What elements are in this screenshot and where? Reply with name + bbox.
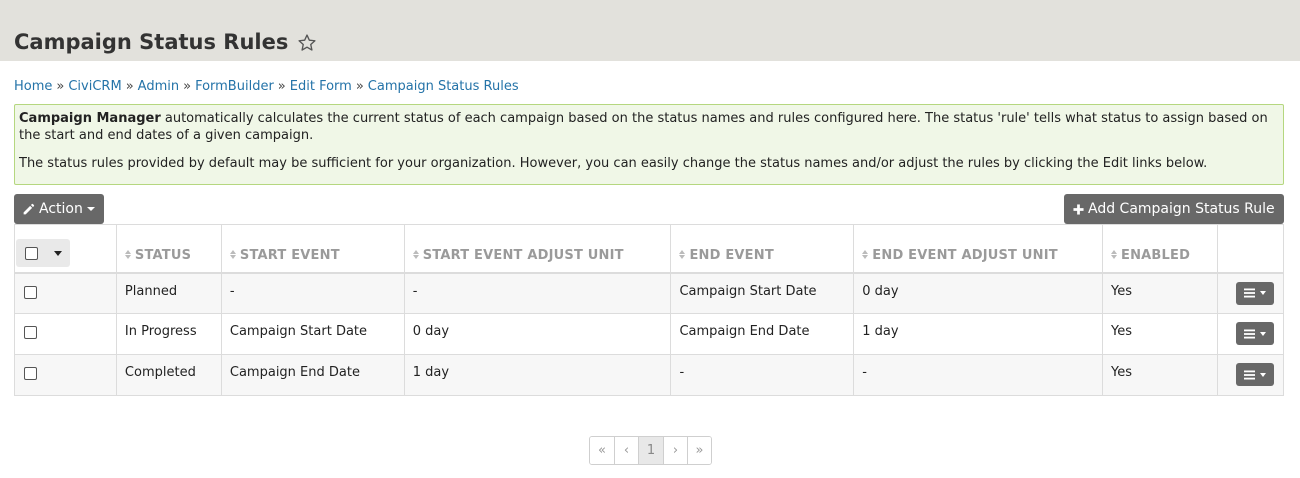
breadcrumb: Home» CiviCRM» Admin» FormBuilder» Edit Form… [14, 79, 519, 94]
row-actions-cell [1216, 354, 1284, 396]
breadcrumb-admin[interactable]: Admin [138, 79, 179, 94]
row-actions-button[interactable] [1235, 281, 1274, 305]
help-paragraph-2: The status rules provided by default may… [19, 156, 1208, 171]
add-button-label: Add Campaign Status Rule [1088, 201, 1275, 217]
status-rules-table: STATUS START EVENT START EVENT ADJUST UN… [14, 224, 1284, 396]
breadcrumb-formbuilder[interactable]: FormBuilder [195, 79, 274, 94]
row-checkbox[interactable] [24, 285, 37, 299]
column-label: END EVENT ADJUST UNIT [872, 247, 1058, 263]
breadcrumb-campaign-status-rules[interactable]: Campaign Status Rules [368, 79, 519, 94]
pager-prev-button[interactable]: ‹ [614, 437, 638, 464]
column-header-start-event[interactable]: START EVENT [220, 224, 405, 274]
sort-icon [229, 249, 236, 259]
add-campaign-status-rule-button[interactable]: Add Campaign Status Rule [1064, 194, 1284, 224]
row-select-cell [14, 272, 117, 314]
row-select-cell [14, 313, 117, 355]
action-button[interactable]: Action [14, 194, 104, 224]
page-title: Campaign Status Rules [14, 29, 289, 54]
breadcrumb-separator: » [355, 79, 364, 94]
cell-start-adjust[interactable]: 0 day [403, 313, 671, 355]
chevron-down-icon [1259, 331, 1266, 336]
sort-icon [412, 249, 419, 259]
help-text-1: automatically calculates the current sta… [19, 111, 1268, 143]
plus-icon [1073, 203, 1084, 215]
table-header-row: STATUS START EVENT START EVENT ADJUST UN… [14, 224, 1284, 274]
row-select-cell [14, 354, 117, 396]
column-label: START EVENT [239, 247, 340, 263]
column-header-end-event[interactable]: END EVENT [670, 224, 854, 274]
cell-start-event[interactable]: - [220, 272, 405, 314]
chevron-down-icon [54, 250, 62, 256]
column-header-status[interactable]: STATUS [115, 224, 222, 274]
row-checkbox[interactable] [24, 367, 37, 380]
cell-end-event[interactable]: Campaign End Date [670, 313, 854, 355]
chevron-down-icon [86, 207, 95, 211]
row-actions-button[interactable] [1235, 363, 1274, 386]
column-header-actions [1216, 224, 1284, 274]
bars-icon [1243, 370, 1255, 380]
sort-icon [1111, 249, 1118, 259]
select-all-checkbox[interactable] [25, 246, 38, 260]
cell-status[interactable]: In Progress [115, 313, 222, 355]
cell-start-adjust[interactable]: - [403, 272, 671, 314]
sort-icon [124, 249, 131, 259]
chevron-down-icon [1259, 372, 1266, 377]
cell-end-event[interactable]: - [670, 354, 854, 396]
select-all-dropdown[interactable] [16, 239, 70, 268]
sort-icon [862, 249, 869, 259]
chevron-down-icon [1259, 291, 1266, 295]
breadcrumb-separator: » [277, 79, 286, 94]
pencil-icon [22, 203, 35, 216]
sort-icon [679, 249, 686, 259]
bars-icon [1243, 288, 1255, 298]
pager-next-button[interactable]: › [663, 437, 687, 464]
pager-last-button[interactable]: » [687, 437, 711, 464]
column-header-end-event-adjust-unit[interactable]: END EVENT ADJUST UNIT [853, 224, 1103, 274]
table-row: In Progress Campaign Start Date 0 day Ca… [14, 313, 1284, 355]
breadcrumb-separator: » [183, 79, 192, 94]
pager-first-button[interactable]: « [590, 437, 614, 464]
column-label: STATUS [134, 247, 192, 263]
row-checkbox[interactable] [24, 326, 37, 339]
breadcrumb-edit-form[interactable]: Edit Form [290, 79, 352, 94]
cell-end-adjust[interactable]: 0 day [853, 272, 1103, 314]
row-actions-button[interactable] [1235, 322, 1274, 345]
cell-status[interactable]: Planned [115, 272, 222, 314]
bars-icon [1243, 329, 1255, 339]
cell-end-adjust[interactable]: - [853, 354, 1103, 396]
cell-end-adjust[interactable]: 1 day [853, 313, 1103, 355]
action-button-label: Action [39, 201, 83, 217]
cell-start-adjust[interactable]: 1 day [403, 354, 671, 396]
cell-start-event[interactable]: Campaign End Date [220, 354, 405, 396]
column-header-start-event-adjust-unit[interactable]: START EVENT ADJUST UNIT [403, 224, 671, 274]
row-actions-cell [1216, 313, 1284, 355]
cell-enabled[interactable]: Yes [1102, 313, 1218, 355]
column-label: START EVENT ADJUST UNIT [422, 247, 624, 263]
cell-end-event[interactable]: Campaign Start Date [670, 272, 854, 314]
page-header: Campaign Status Rules [0, 0, 1300, 61]
cell-start-event[interactable]: Campaign Start Date [220, 313, 405, 355]
select-all-header [14, 224, 117, 274]
table-row: Completed Campaign End Date 1 day - - Ye… [14, 354, 1284, 396]
breadcrumb-home[interactable]: Home [14, 79, 52, 94]
pagination: « ‹ 1 › » [589, 436, 712, 465]
breadcrumb-separator: » [125, 79, 134, 94]
breadcrumb-civicrm[interactable]: CiviCRM [68, 79, 121, 94]
column-label: ENABLED [1121, 247, 1191, 263]
star-icon[interactable] [297, 33, 317, 56]
column-header-enabled[interactable]: ENABLED [1102, 224, 1218, 274]
help-box: Campaign Manager automatically calculate… [14, 104, 1284, 185]
table-row: Planned - - Campaign Start Date 0 day Ye… [14, 272, 1284, 314]
column-label: END EVENT [689, 247, 774, 263]
cell-status[interactable]: Completed [115, 354, 222, 396]
breadcrumb-separator: » [56, 79, 65, 94]
cell-enabled[interactable]: Yes [1102, 354, 1218, 396]
help-paragraph-1: Campaign Manager automatically calculate… [19, 110, 1279, 144]
cell-enabled[interactable]: Yes [1102, 272, 1218, 314]
row-actions-cell [1216, 272, 1284, 314]
help-strong: Campaign Manager [19, 111, 161, 126]
pager-current-page: 1 [638, 437, 663, 464]
